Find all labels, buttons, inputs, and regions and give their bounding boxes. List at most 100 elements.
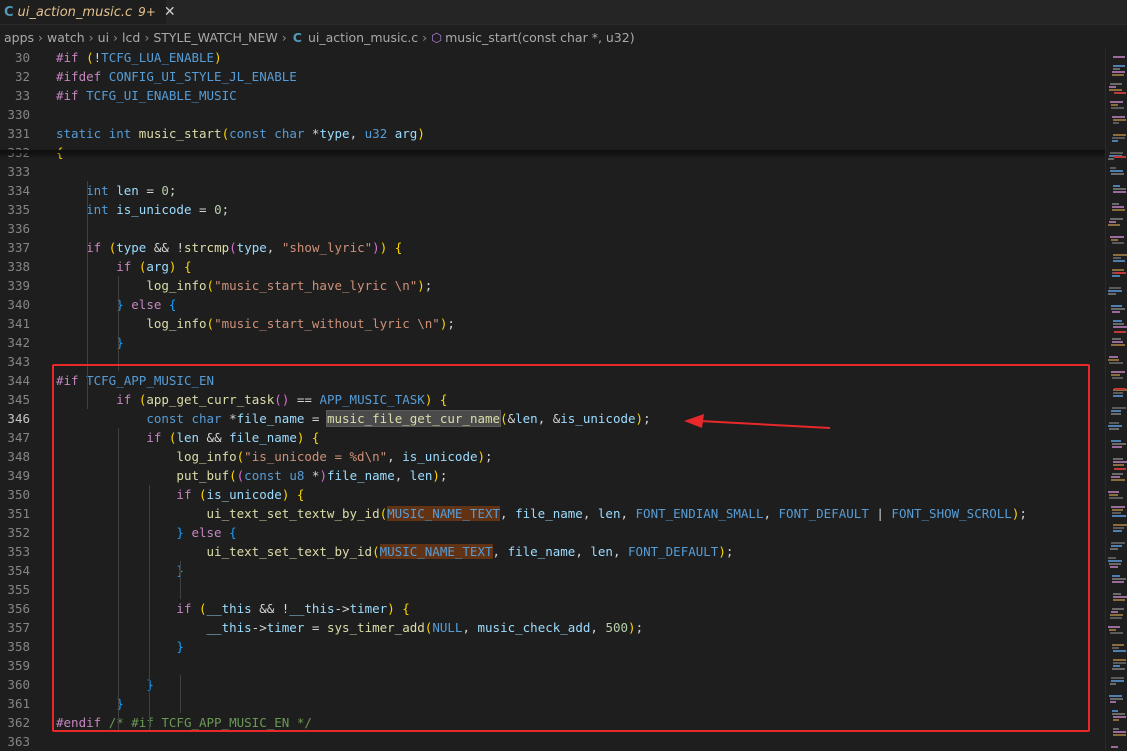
minimap-line (1111, 746, 1118, 748)
minimap-line (1108, 626, 1120, 628)
minimap-error-marker (1114, 92, 1126, 94)
minimap-line (1112, 206, 1124, 208)
minimap-line (1112, 644, 1124, 646)
minimap-line (1111, 680, 1124, 682)
minimap-line (1113, 188, 1126, 190)
minimap-line (1111, 107, 1124, 109)
minimap-line (1112, 575, 1120, 577)
minimap-line (1110, 83, 1122, 85)
minimap-line (1113, 731, 1126, 733)
minimap-line (1111, 545, 1122, 547)
minimap[interactable] (1105, 48, 1127, 750)
minimap-line (1113, 392, 1123, 394)
minimap-line (1110, 632, 1123, 634)
minimap-line (1108, 293, 1116, 295)
minimap-line (1112, 377, 1123, 379)
minimap-line (1112, 512, 1121, 514)
minimap-line (1112, 473, 1123, 475)
minimap-line (1113, 728, 1119, 730)
minimap-line (1112, 275, 1120, 277)
minimap-line (1110, 236, 1124, 238)
minimap-line (1113, 734, 1126, 736)
minimap-line (1109, 695, 1122, 697)
minimap-line (1113, 260, 1125, 262)
minimap-line (1111, 542, 1125, 544)
minimap-error-marker (1114, 272, 1126, 274)
minimap-line (1113, 599, 1125, 601)
minimap-line (1113, 323, 1124, 325)
minimap-line (1108, 359, 1119, 361)
minimap-line (1111, 374, 1120, 376)
minimap-line (1109, 89, 1122, 91)
minimap-line (1111, 677, 1124, 679)
minimap-line (1110, 152, 1123, 154)
minimap-error-marker (1114, 388, 1126, 390)
minimap-line (1112, 311, 1120, 313)
minimap-line (1110, 566, 1118, 568)
minimap-line (1112, 509, 1123, 511)
minimap-line (1108, 491, 1119, 493)
minimap-line (1113, 185, 1120, 187)
minimap-line (1110, 614, 1123, 616)
minimap-line (1109, 287, 1121, 289)
minimap-line (1112, 269, 1124, 271)
minimap-line (1113, 650, 1126, 652)
minimap-line (1113, 119, 1126, 121)
minimap-line (1111, 308, 1125, 310)
minimap-line (1109, 428, 1119, 430)
minimap-line (1112, 647, 1119, 649)
minimap-line (1112, 713, 1125, 715)
minimap-line (1110, 170, 1123, 172)
minimap-line (1109, 497, 1123, 499)
minimap-line (1113, 662, 1126, 664)
minimap-line (1110, 683, 1116, 685)
minimap-line (1113, 530, 1122, 532)
minimap-line (1112, 209, 1125, 211)
minimap-line (1108, 158, 1114, 160)
minimap-error-marker (1114, 331, 1126, 333)
minimap-line (1111, 344, 1125, 346)
minimap-line (1110, 617, 1122, 619)
minimap-line (1113, 65, 1125, 67)
minimap-line (1113, 716, 1126, 718)
minimap-line (1113, 254, 1127, 256)
minimap-line (1112, 71, 1125, 73)
minimap-line (1111, 173, 1124, 175)
minimap-line (1112, 203, 1119, 205)
minimap-error-marker (1114, 468, 1126, 470)
minimap-line (1108, 560, 1122, 562)
minimap-line (1112, 668, 1125, 670)
minimap-line (1108, 557, 1116, 559)
minimap-line (1113, 593, 1121, 595)
minimap-line (1109, 422, 1119, 424)
minimap-line (1113, 122, 1119, 124)
minimap-line (1113, 458, 1123, 460)
annotation-arrow (684, 414, 831, 429)
minimap-line (1111, 413, 1121, 415)
minimap-line (1113, 461, 1127, 463)
minimap-line (1109, 86, 1116, 88)
minimap-line (1113, 134, 1126, 136)
minimap-line (1112, 242, 1124, 244)
minimap-line (1113, 191, 1126, 193)
minimap-line (1112, 443, 1126, 445)
minimap-line (1113, 68, 1120, 70)
minimap-line (1113, 596, 1127, 598)
minimap-line (1112, 338, 1121, 340)
minimap-line (1113, 56, 1125, 58)
minimap-line (1111, 371, 1125, 373)
minimap-line (1110, 698, 1123, 700)
minimap-line (1113, 719, 1119, 721)
minimap-line (1111, 476, 1120, 478)
minimap-line (1111, 506, 1125, 508)
minimap-line (1108, 224, 1120, 226)
minimap-line (1111, 305, 1122, 307)
minimap-line (1112, 578, 1126, 580)
minimap-line (1110, 218, 1123, 220)
minimap-line (1110, 701, 1116, 703)
minimap-line (1113, 257, 1121, 259)
minimap-line (1109, 356, 1118, 358)
minimap-line (1113, 527, 1124, 529)
minimap-line (1111, 239, 1118, 241)
minimap-line (1109, 221, 1116, 223)
